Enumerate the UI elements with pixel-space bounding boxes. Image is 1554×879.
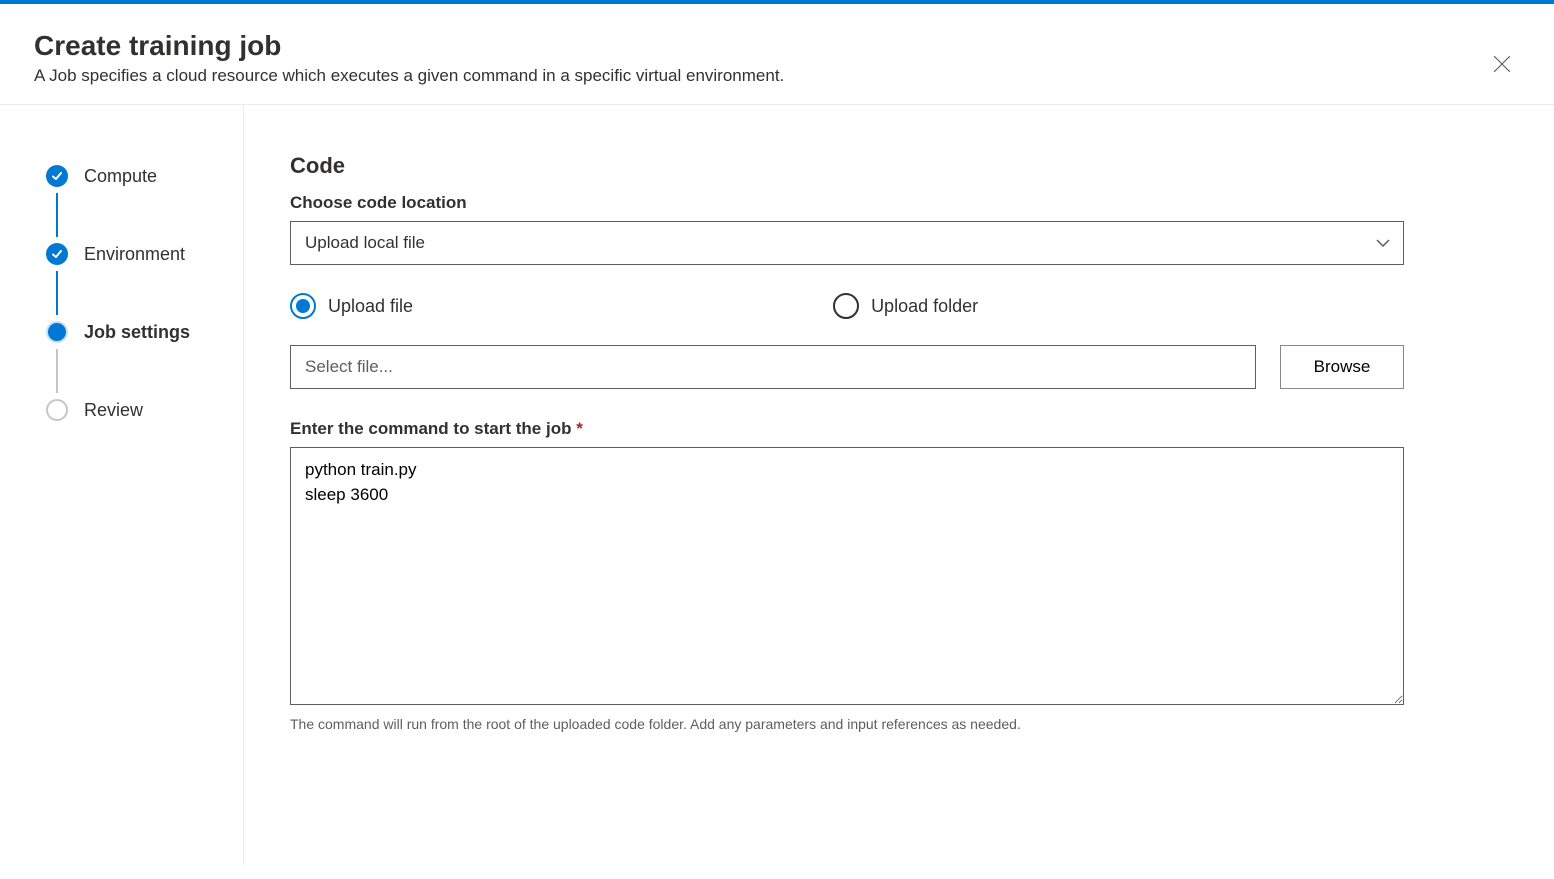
page-title: Create training job (34, 30, 1520, 62)
upload-type-radio-group: Upload file Upload folder (290, 293, 1404, 319)
step-connector (56, 271, 58, 315)
radio-upload-folder-label: Upload folder (871, 296, 978, 317)
radio-upload-file-label: Upload file (328, 296, 413, 317)
command-label-text: Enter the command to start the job (290, 419, 571, 438)
code-location-label: Choose code location (290, 193, 1404, 213)
step-job-settings[interactable]: Job settings (46, 321, 243, 343)
main-content: Code Choose code location Upload local f… (244, 105, 1554, 865)
radio-upload-file[interactable]: Upload file (290, 293, 413, 319)
radio-icon (290, 293, 316, 319)
step-label-job-settings: Job settings (84, 322, 190, 343)
page-subtitle: A Job specifies a cloud resource which e… (34, 66, 1520, 86)
step-label-review: Review (84, 400, 143, 421)
file-select-row: Select file... Browse (290, 345, 1404, 389)
code-location-value: Upload local file (290, 221, 1404, 265)
browse-button[interactable]: Browse (1280, 345, 1404, 389)
wizard-sidebar: Compute Environment Job settings Review (0, 105, 244, 865)
code-location-select[interactable]: Upload local file (290, 221, 1404, 265)
step-review[interactable]: Review (46, 399, 243, 421)
body-container: Compute Environment Job settings Review … (0, 105, 1554, 865)
step-environment[interactable]: Environment (46, 243, 243, 265)
required-asterisk: * (576, 419, 583, 438)
command-label: Enter the command to start the job * (290, 419, 1404, 439)
command-input[interactable] (290, 447, 1404, 705)
checkmark-icon (46, 165, 68, 187)
pending-step-icon (46, 399, 68, 421)
current-step-icon (46, 321, 68, 343)
section-title-code: Code (290, 153, 1404, 179)
step-connector (56, 193, 58, 237)
page-header: Create training job A Job specifies a cl… (0, 4, 1554, 105)
step-label-compute: Compute (84, 166, 157, 187)
radio-icon (833, 293, 859, 319)
step-connector (56, 349, 58, 393)
step-label-environment: Environment (84, 244, 185, 265)
command-hint: The command will run from the root of th… (290, 716, 1404, 732)
step-compute[interactable]: Compute (46, 165, 243, 187)
file-select-input[interactable]: Select file... (290, 345, 1256, 389)
checkmark-icon (46, 243, 68, 265)
close-button[interactable] (1490, 52, 1514, 76)
close-icon (1493, 55, 1511, 73)
radio-upload-folder[interactable]: Upload folder (833, 293, 978, 319)
